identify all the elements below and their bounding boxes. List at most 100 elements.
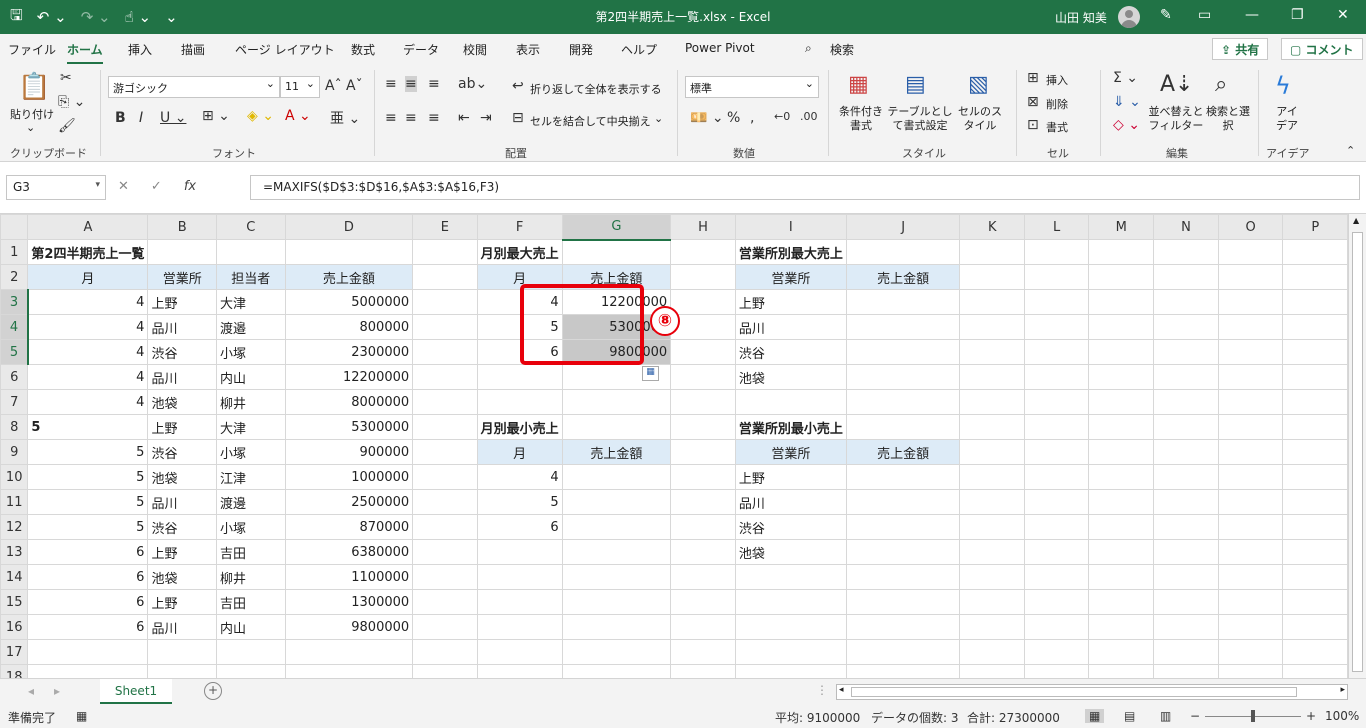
cell-e14[interactable] [412, 564, 478, 590]
cell-k18[interactable] [959, 664, 1025, 678]
cell-c3[interactable]: 大津 [215, 289, 286, 315]
cell-c11[interactable]: 渡邊 [215, 489, 286, 515]
cell-p15[interactable] [1282, 589, 1348, 615]
cell-l9[interactable] [1023, 439, 1090, 465]
sheet-tab-sheet1[interactable]: Sheet1 [100, 679, 172, 705]
cell-b5[interactable]: 渋谷 [147, 339, 217, 365]
align-bottom-icon[interactable]: ≡ [428, 76, 440, 92]
cell-m7[interactable] [1088, 389, 1155, 415]
user-name[interactable]: 山田 知美 [1055, 9, 1107, 26]
cell-i13[interactable]: 池袋 [734, 539, 847, 565]
scroll-left-icon[interactable]: ◂ [839, 685, 844, 695]
fill-icon[interactable]: ⇓ ⌄ [1113, 94, 1141, 110]
cell-d2[interactable]: 売上金額 [284, 264, 414, 290]
tab-power-pivot[interactable]: Power Pivot [685, 41, 755, 55]
cell-j1[interactable] [845, 239, 961, 265]
column-header-i[interactable]: I [734, 214, 847, 240]
ideas-button[interactable]: アイデア [1275, 105, 1299, 133]
name-box[interactable]: G3 [6, 175, 106, 200]
cell-i12[interactable]: 渋谷 [734, 514, 847, 540]
cell-k16[interactable] [959, 614, 1025, 640]
cell-o16[interactable] [1217, 614, 1284, 640]
cell-a15[interactable]: 6 [27, 589, 149, 615]
cell-c1[interactable] [215, 239, 286, 265]
cell-e13[interactable] [412, 539, 478, 565]
cell-f12[interactable]: 6 [476, 514, 563, 540]
cell-j18[interactable] [845, 664, 961, 678]
cell-j16[interactable] [845, 614, 961, 640]
cell-a9[interactable]: 5 [27, 439, 149, 465]
cell-h7[interactable] [670, 389, 736, 415]
cell-a14[interactable]: 6 [27, 564, 149, 590]
cell-c14[interactable]: 柳井 [215, 564, 286, 590]
search-icon[interactable]: ⌕ [805, 41, 812, 56]
cell-h10[interactable] [670, 464, 736, 490]
cell-b12[interactable]: 渋谷 [147, 514, 217, 540]
underline-icon[interactable]: U ⌄ [160, 110, 186, 126]
grow-font-icon[interactable]: Aˆ [325, 78, 342, 94]
cell-c17[interactable] [215, 639, 286, 665]
font-name-select[interactable]: 游ゴシック [108, 76, 280, 98]
cell-k3[interactable] [959, 289, 1025, 315]
cell-o2[interactable] [1217, 264, 1284, 290]
merge-dropdown-icon[interactable]: ⌄ [654, 112, 663, 125]
format-painter-icon[interactable]: 🖌 [58, 118, 76, 134]
cell-a5[interactable]: 4 [27, 339, 149, 365]
align-right-icon[interactable]: ≡ [428, 110, 440, 126]
cell-i16[interactable] [734, 614, 847, 640]
cell-e17[interactable] [412, 639, 478, 665]
number-format-select[interactable]: 標準 [685, 76, 819, 98]
cell-m5[interactable] [1088, 339, 1155, 365]
cell-m18[interactable] [1088, 664, 1155, 678]
cell-b1[interactable] [147, 239, 217, 265]
cell-e11[interactable] [412, 489, 478, 515]
zoom-in-icon[interactable]: + [1306, 709, 1316, 723]
cell-b10[interactable]: 池袋 [147, 464, 217, 490]
cell-o10[interactable] [1217, 464, 1284, 490]
cell-n9[interactable] [1153, 439, 1219, 465]
cell-a18[interactable] [27, 664, 149, 678]
cell-g9[interactable]: 売上金額 [561, 439, 672, 465]
cell-l3[interactable] [1023, 289, 1090, 315]
cell-h17[interactable] [670, 639, 736, 665]
cell-d13[interactable]: 6380000 [284, 539, 414, 565]
merge-center-icon[interactable]: ⊟ [512, 110, 524, 126]
close-icon[interactable]: ✕ [1337, 7, 1349, 23]
tab-page-layout[interactable]: ページ レイアウト [235, 41, 335, 58]
cell-e16[interactable] [412, 614, 478, 640]
cell-e7[interactable] [412, 389, 478, 415]
cell-l11[interactable] [1023, 489, 1090, 515]
cell-j7[interactable] [845, 389, 961, 415]
insert-cells-button[interactable]: 挿入 [1046, 72, 1068, 88]
cell-d3[interactable]: 5000000 [284, 289, 414, 315]
cell-p6[interactable] [1282, 364, 1348, 390]
zoom-level[interactable]: 100% [1325, 709, 1359, 723]
cell-g14[interactable] [561, 564, 672, 590]
cell-d16[interactable]: 9800000 [284, 614, 414, 640]
page-break-view-icon[interactable]: ▥ [1160, 709, 1171, 723]
cell-l15[interactable] [1023, 589, 1090, 615]
fill-color-icon[interactable]: ◈ ⌄ [247, 108, 274, 124]
vertical-scroll-thumb[interactable] [1352, 232, 1363, 672]
minimize-icon[interactable]: — [1245, 7, 1259, 23]
cell-h6[interactable] [670, 364, 736, 390]
cell-j12[interactable] [845, 514, 961, 540]
cell-g17[interactable] [561, 639, 672, 665]
cell-e1[interactable] [412, 239, 478, 265]
cell-i15[interactable] [734, 589, 847, 615]
cell-l6[interactable] [1023, 364, 1090, 390]
add-sheet-icon[interactable]: + [204, 682, 222, 700]
italic-icon[interactable]: I [139, 110, 143, 126]
cell-i5[interactable]: 渋谷 [734, 339, 847, 365]
cell-k15[interactable] [959, 589, 1025, 615]
cell-l17[interactable] [1023, 639, 1090, 665]
cell-n7[interactable] [1153, 389, 1219, 415]
cell-d1[interactable] [284, 239, 414, 265]
cell-l8[interactable] [1023, 414, 1090, 440]
cell-i6[interactable]: 池袋 [734, 364, 847, 390]
cell-l7[interactable] [1023, 389, 1090, 415]
cell-a8[interactable]: 5 [27, 414, 149, 440]
tab-draw[interactable]: 描画 [181, 41, 205, 58]
avatar[interactable] [1118, 6, 1140, 28]
cell-j17[interactable] [845, 639, 961, 665]
